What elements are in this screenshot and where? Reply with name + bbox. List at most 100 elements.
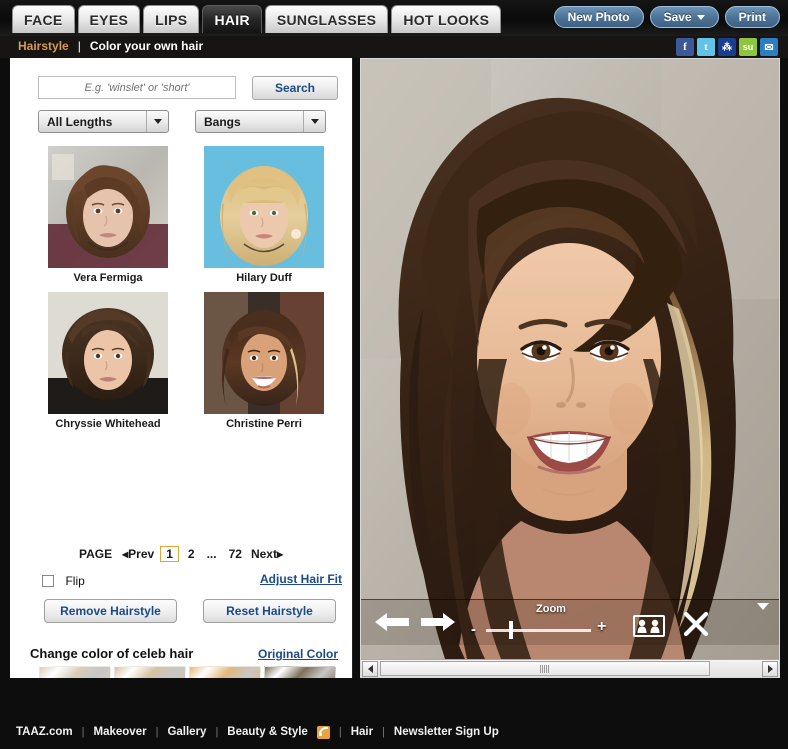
bangs-select[interactable]: Bangs bbox=[195, 110, 326, 133]
save-label: Save bbox=[663, 10, 692, 24]
email-glyph: ✉ bbox=[764, 41, 774, 54]
tab-hot-looks-label: HOT LOOKS bbox=[403, 11, 490, 28]
pagination-ellipsis: ... bbox=[206, 547, 217, 561]
tab-eyes-label: EYES bbox=[89, 11, 129, 28]
pagination-page-72[interactable]: 72 bbox=[226, 547, 245, 561]
reset-hairstyle-button[interactable]: Reset Hairstyle bbox=[203, 599, 336, 623]
search-input[interactable] bbox=[38, 76, 236, 99]
hair-color-section: Change color of celeb hair Original Colo… bbox=[10, 640, 352, 678]
hairstyle-name: Christine Perri bbox=[226, 418, 302, 430]
myspace-icon[interactable]: ⁂ bbox=[718, 38, 736, 56]
breadcrumb-separator: | bbox=[77, 39, 81, 53]
hairstyle-thumbnail[interactable] bbox=[204, 146, 324, 268]
new-photo-button[interactable]: New Photo bbox=[553, 6, 644, 28]
tab-face[interactable]: FACE bbox=[12, 5, 75, 33]
myspace-glyph: ⁂ bbox=[722, 41, 732, 53]
tab-hair[interactable]: HAIR bbox=[202, 5, 262, 33]
color-swatch-4[interactable] bbox=[264, 666, 336, 678]
tab-eyes[interactable]: EYES bbox=[77, 5, 141, 33]
back-arrow-icon[interactable] bbox=[373, 611, 411, 633]
search-button[interactable]: Search bbox=[252, 76, 338, 100]
top-bar: FACE EYES LIPS HAIR SUNGLASSES HOT LOOKS… bbox=[0, 0, 788, 36]
facebook-icon[interactable]: f bbox=[676, 38, 694, 56]
footer: TAAZ.com | Makeover | Gallery | Beauty &… bbox=[0, 715, 788, 749]
length-select[interactable]: All Lengths bbox=[38, 110, 169, 133]
save-button[interactable]: Save bbox=[649, 6, 719, 28]
forward-arrow-icon[interactable] bbox=[419, 611, 457, 633]
color-swatch-1[interactable] bbox=[39, 666, 111, 678]
twitter-icon[interactable]: t bbox=[697, 38, 715, 56]
hairstyle-thumbnail[interactable] bbox=[48, 292, 168, 414]
pagination-page-2[interactable]: 2 bbox=[185, 547, 198, 561]
print-button[interactable]: Print bbox=[724, 6, 780, 28]
footer-link-beauty-style[interactable]: Beauty & Style bbox=[227, 726, 308, 738]
hairstyle-name: Vera Fermiga bbox=[73, 272, 143, 284]
footer-link-taaz[interactable]: TAAZ.com bbox=[16, 726, 73, 738]
footer-link-makeover[interactable]: Makeover bbox=[94, 726, 147, 738]
hairstyle-thumbnail[interactable] bbox=[48, 146, 168, 268]
footer-link-hair[interactable]: Hair bbox=[351, 726, 373, 738]
zoom-slider-track[interactable] bbox=[486, 629, 591, 632]
hairstyle-card-chryssie-whitehead[interactable]: Chryssie Whitehead bbox=[48, 292, 168, 430]
email-icon[interactable]: ✉ bbox=[760, 38, 778, 56]
stumbleupon-icon[interactable]: su bbox=[739, 38, 757, 56]
tab-face-label: FACE bbox=[24, 11, 63, 28]
bangs-select-value: Bangs bbox=[204, 114, 241, 129]
footer-separator: | bbox=[215, 726, 219, 738]
footer-separator: | bbox=[155, 726, 159, 738]
stumbleupon-glyph: su bbox=[742, 42, 754, 52]
zoom-in-button[interactable]: + bbox=[597, 618, 606, 636]
hair-color-title: Change color of celeb hair bbox=[30, 646, 194, 661]
scroll-right-button[interactable] bbox=[762, 660, 778, 677]
pagination-prev[interactable]: ◂Prev bbox=[122, 547, 154, 561]
footer-separator: | bbox=[81, 726, 85, 738]
user-photo[interactable] bbox=[361, 59, 779, 659]
remove-hairstyle-button[interactable]: Remove Hairstyle bbox=[44, 599, 177, 623]
viewer-toolbar: Zoom - + bbox=[361, 599, 779, 645]
chevron-down-icon bbox=[146, 111, 168, 132]
footer-link-newsletter[interactable]: Newsletter Sign Up bbox=[394, 726, 499, 738]
sub-header: Hairstyle | Color your own hair f t ⁂ su… bbox=[0, 36, 788, 58]
rss-icon[interactable] bbox=[316, 725, 330, 739]
footer-separator: | bbox=[338, 726, 342, 738]
hairstyle-card-vera-fermiga[interactable]: Vera Fermiga bbox=[48, 146, 168, 284]
photo-horizontal-scrollbar[interactable] bbox=[361, 659, 779, 677]
scrollbar-thumb[interactable] bbox=[380, 661, 710, 676]
new-photo-label: New Photo bbox=[567, 10, 630, 24]
zoom-slider-handle[interactable] bbox=[509, 621, 513, 639]
breadcrumb-hairstyle[interactable]: Hairstyle bbox=[18, 39, 69, 53]
hairstyle-card-christine-perri[interactable]: Christine Perri bbox=[204, 292, 324, 430]
tab-sunglasses-label: SUNGLASSES bbox=[276, 11, 377, 28]
hairstyle-name: Hilary Duff bbox=[236, 272, 292, 284]
zoom-label: Zoom bbox=[536, 603, 566, 615]
close-icon[interactable] bbox=[683, 611, 709, 637]
hairstyle-grid: Vera Fermiga Hilary Duff Chryssie Whiteh… bbox=[48, 146, 338, 438]
photo-viewer-panel: Zoom - + bbox=[360, 58, 780, 678]
compare-faces-icon[interactable] bbox=[633, 615, 665, 637]
hairstyle-card-hilary-duff[interactable]: Hilary Duff bbox=[204, 146, 324, 284]
hairstyle-sidebar: Search All Lengths Bangs bbox=[10, 58, 352, 678]
scroll-left-button[interactable] bbox=[362, 660, 378, 677]
tab-hot-looks[interactable]: HOT LOOKS bbox=[391, 5, 502, 33]
footer-separator: | bbox=[382, 726, 385, 738]
tab-sunglasses[interactable]: SUNGLASSES bbox=[264, 5, 389, 33]
original-color-link[interactable]: Original Color bbox=[258, 647, 338, 661]
breadcrumb-current: Color your own hair bbox=[89, 39, 204, 53]
pagination-next[interactable]: Next▸ bbox=[251, 547, 283, 561]
hairstyle-name: Chryssie Whitehead bbox=[55, 418, 161, 430]
search-button-label: Search bbox=[274, 81, 316, 95]
tab-lips[interactable]: LIPS bbox=[143, 5, 200, 33]
footer-link-gallery[interactable]: Gallery bbox=[167, 726, 206, 738]
hairstyle-thumbnail[interactable] bbox=[204, 292, 324, 414]
pagination-label: PAGE bbox=[79, 547, 113, 561]
zoom-out-button[interactable]: - bbox=[471, 621, 476, 638]
length-select-value: All Lengths bbox=[47, 114, 113, 129]
adjust-hair-fit-link[interactable]: Adjust Hair Fit bbox=[260, 572, 342, 586]
chevron-down-icon[interactable] bbox=[757, 603, 769, 610]
breadcrumb: Hairstyle | Color your own hair bbox=[18, 39, 203, 53]
pagination-page-1[interactable]: 1 bbox=[160, 546, 179, 562]
chevron-down-icon bbox=[303, 111, 325, 132]
color-swatch-3[interactable] bbox=[189, 666, 261, 678]
flip-checkbox[interactable] bbox=[42, 574, 54, 587]
color-swatch-2[interactable] bbox=[114, 666, 186, 678]
